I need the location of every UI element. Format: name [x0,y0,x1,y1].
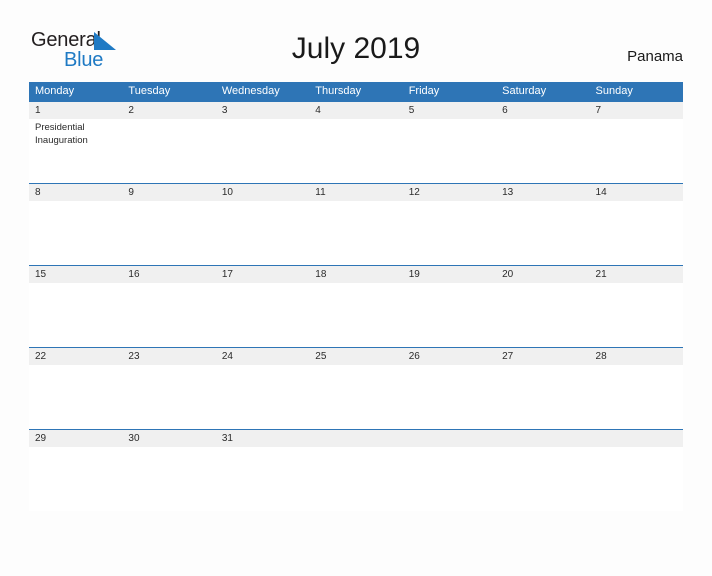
day-events[interactable] [309,283,402,347]
day-events[interactable] [29,365,122,429]
event-strip [29,201,683,265]
day-events[interactable] [122,283,215,347]
day-events[interactable] [496,365,589,429]
page-header: General Blue July 2019 Panama [29,26,683,82]
event-item: Presidential Inauguration [35,122,88,146]
day-number-empty [590,430,683,447]
day-number[interactable]: 15 [29,266,122,283]
day-events[interactable] [309,201,402,265]
day-number[interactable]: 23 [122,348,215,365]
day-events [309,447,402,511]
day-events[interactable] [496,201,589,265]
day-number-empty [496,430,589,447]
event-strip [29,447,683,511]
weekday-header-thursday: Thursday [315,85,362,97]
day-events[interactable] [122,201,215,265]
day-number[interactable]: 10 [216,184,309,201]
day-number[interactable]: 8 [29,184,122,201]
event-strip [29,365,683,429]
day-events[interactable] [122,119,215,183]
week-row: 22 23 24 25 26 27 28 [29,347,683,429]
day-events [590,447,683,511]
day-number[interactable]: 7 [590,102,683,119]
day-events[interactable] [496,283,589,347]
day-number[interactable]: 30 [122,430,215,447]
day-number[interactable]: 12 [403,184,496,201]
day-number[interactable]: 9 [122,184,215,201]
day-events[interactable] [590,365,683,429]
day-events[interactable] [122,365,215,429]
day-number[interactable]: 11 [309,184,402,201]
day-events[interactable] [216,283,309,347]
weekday-header-sunday: Sunday [595,85,633,97]
event-strip: Presidential Inauguration [29,119,683,183]
day-events [496,447,589,511]
day-events[interactable] [309,365,402,429]
day-events[interactable] [403,201,496,265]
day-events[interactable] [403,119,496,183]
day-number-empty [309,430,402,447]
date-strip: 22 23 24 25 26 27 28 [29,348,683,365]
date-strip: 29 30 31 [29,430,683,447]
day-events[interactable] [590,119,683,183]
day-number[interactable]: 27 [496,348,589,365]
day-number[interactable]: 31 [216,430,309,447]
day-events[interactable] [403,283,496,347]
day-events [403,447,496,511]
day-number[interactable]: 24 [216,348,309,365]
day-events[interactable] [216,119,309,183]
week-row: 29 30 31 [29,429,683,511]
day-number[interactable]: 25 [309,348,402,365]
day-number[interactable]: 2 [122,102,215,119]
date-strip: 8 9 10 11 12 13 14 [29,184,683,201]
date-strip: 1 2 3 4 5 6 7 [29,102,683,119]
day-number[interactable]: 16 [122,266,215,283]
day-number-empty [403,430,496,447]
day-events[interactable] [29,201,122,265]
day-number[interactable]: 4 [309,102,402,119]
date-strip: 15 16 17 18 19 20 21 [29,266,683,283]
day-number[interactable]: 17 [216,266,309,283]
calendar-page: General Blue July 2019 Panama Monday Tue… [0,26,712,576]
day-events[interactable]: Presidential Inauguration [29,119,122,183]
weekday-header-saturday: Saturday [502,85,547,97]
day-number[interactable]: 13 [496,184,589,201]
day-number[interactable]: 18 [309,266,402,283]
day-number[interactable]: 1 [29,102,122,119]
day-events[interactable] [590,283,683,347]
weekday-header-wednesday: Wednesday [221,85,280,97]
week-row: 15 16 17 18 19 20 21 [29,265,683,347]
weekday-header-monday: Monday [35,85,75,97]
day-number[interactable]: 19 [403,266,496,283]
day-number[interactable]: 26 [403,348,496,365]
day-events[interactable] [590,201,683,265]
day-number[interactable]: 6 [496,102,589,119]
page-title: July 2019 [291,32,421,65]
event-strip [29,283,683,347]
day-events[interactable] [122,447,215,511]
calendar-grid: Monday Tuesday Wednesday Thursday Friday… [29,82,683,511]
day-events[interactable] [496,119,589,183]
day-events[interactable] [216,365,309,429]
weekday-header-tuesday: Tuesday [128,85,171,97]
weekday-header-friday: Friday [408,85,440,97]
day-number[interactable]: 20 [496,266,589,283]
day-number[interactable]: 28 [590,348,683,365]
week-row: 1 2 3 4 5 6 7 Presidential Inauguration [29,101,683,183]
day-events[interactable] [216,447,309,511]
day-number[interactable]: 14 [590,184,683,201]
locale-label: Panama [627,48,683,65]
day-number[interactable]: 21 [590,266,683,283]
day-number[interactable]: 29 [29,430,122,447]
day-number[interactable]: 3 [216,102,309,119]
week-row: 8 9 10 11 12 13 14 [29,183,683,265]
day-events[interactable] [29,447,122,511]
day-events[interactable] [216,201,309,265]
weekday-header-row: Monday Tuesday Wednesday Thursday Friday… [29,82,683,101]
day-events[interactable] [29,283,122,347]
day-events[interactable] [403,365,496,429]
day-number[interactable]: 22 [29,348,122,365]
day-number[interactable]: 5 [403,102,496,119]
day-events[interactable] [309,119,402,183]
